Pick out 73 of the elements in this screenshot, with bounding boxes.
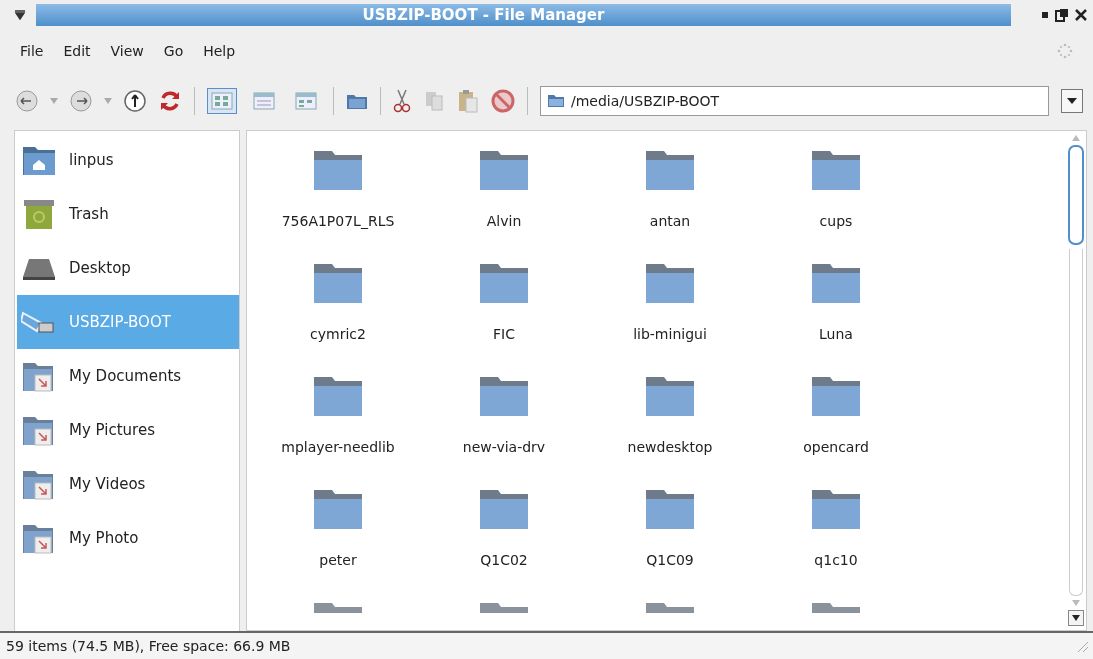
folder-item[interactable]: newdesktop <box>587 375 753 488</box>
folder-icon <box>313 149 363 191</box>
reload-icon[interactable] <box>158 89 182 113</box>
folder-icon <box>811 375 861 417</box>
folder-item[interactable]: 756A1P07L_RLS <box>255 149 421 262</box>
folder-icon <box>645 262 695 304</box>
resize-grip-icon[interactable] <box>1075 639 1089 653</box>
maximize-icon[interactable] <box>1055 8 1069 22</box>
dropdown-arrow-icon[interactable] <box>104 98 112 104</box>
menu-item[interactable]: File <box>20 43 44 59</box>
folder-item[interactable]: Luna <box>753 262 919 375</box>
stop-icon[interactable] <box>491 89 515 113</box>
places-item[interactable]: linpus <box>17 133 239 187</box>
location-dropdown-button[interactable] <box>1061 89 1083 113</box>
places-item[interactable]: Desktop <box>17 241 239 295</box>
folder-item[interactable]: mplayer-needlib <box>255 375 421 488</box>
forward-icon[interactable] <box>70 90 92 112</box>
menu-item[interactable]: Help <box>203 43 236 59</box>
close-icon[interactable] <box>1075 9 1087 21</box>
scroll-up-icon[interactable] <box>1072 135 1080 141</box>
window-menu-icon[interactable] <box>14 10 26 20</box>
scroll-down-button[interactable] <box>1068 610 1084 626</box>
places-item[interactable]: My Pictures <box>17 403 239 457</box>
folder-item[interactable]: cups <box>753 149 919 262</box>
folder-item[interactable]: opencard <box>753 375 919 488</box>
status-text: 59 items (74.5 MB), Free space: 66.9 MB <box>6 638 291 654</box>
places-item[interactable]: My Videos <box>17 457 239 511</box>
busy-icon <box>1057 43 1073 59</box>
cut-icon[interactable] <box>393 89 411 113</box>
dropdown-arrow-icon[interactable] <box>50 98 58 104</box>
trash-icon <box>21 197 57 231</box>
folder-icon <box>811 262 861 304</box>
folder-icon <box>479 375 529 417</box>
folder-icon <box>645 375 695 417</box>
folder-icon <box>479 488 529 530</box>
paste-icon[interactable] <box>457 89 479 113</box>
menu-item[interactable]: View <box>110 43 144 59</box>
folder-icon <box>811 488 861 530</box>
folder-item[interactable]: Q1C02 <box>421 488 587 601</box>
scroll-down-icon[interactable] <box>1072 600 1080 606</box>
folder-icon <box>547 94 565 108</box>
folder-item[interactable]: Q1C09 <box>587 488 753 601</box>
places-item[interactable]: My Photo <box>17 511 239 565</box>
folder-icon <box>645 488 695 530</box>
folder-item[interactable]: cymric2 <box>255 262 421 375</box>
folder-icon <box>313 488 363 530</box>
folder-icon <box>313 262 363 304</box>
places-item[interactable]: My Documents <box>17 349 239 403</box>
folder-icon <box>645 149 695 191</box>
scroll-thumb[interactable] <box>1068 145 1084 245</box>
up-icon[interactable] <box>124 90 146 112</box>
folder-item[interactable]: peter <box>255 488 421 601</box>
folder-icon <box>811 149 861 191</box>
places-item[interactable]: Trash <box>17 187 239 241</box>
location-field[interactable]: /media/USBZIP-BOOT <box>540 86 1049 116</box>
new-folder-icon[interactable] <box>346 92 368 110</box>
folder-item[interactable]: FIC <box>421 262 587 375</box>
folder-item[interactable]: q1c10 <box>753 488 919 601</box>
window-title: USBZIP-BOOT - File Manager <box>362 6 605 24</box>
folder-icon <box>479 149 529 191</box>
folder-item[interactable]: Alvin <box>421 149 587 262</box>
caret-icon <box>1072 615 1080 621</box>
caret-icon <box>1067 97 1077 105</box>
folder-item[interactable]: new-via-drv <box>421 375 587 488</box>
folder-icon <box>479 262 529 304</box>
minimize-icon[interactable] <box>1041 11 1049 19</box>
menu-item[interactable]: Edit <box>63 43 91 59</box>
menu-item[interactable]: Go <box>163 43 184 59</box>
folder-item[interactable]: lib-minigui <box>587 262 753 375</box>
folder-item[interactable]: antan <box>587 149 753 262</box>
view-mode-button[interactable] <box>207 88 237 114</box>
folder-icon <box>313 375 363 417</box>
back-icon[interactable] <box>16 90 38 112</box>
